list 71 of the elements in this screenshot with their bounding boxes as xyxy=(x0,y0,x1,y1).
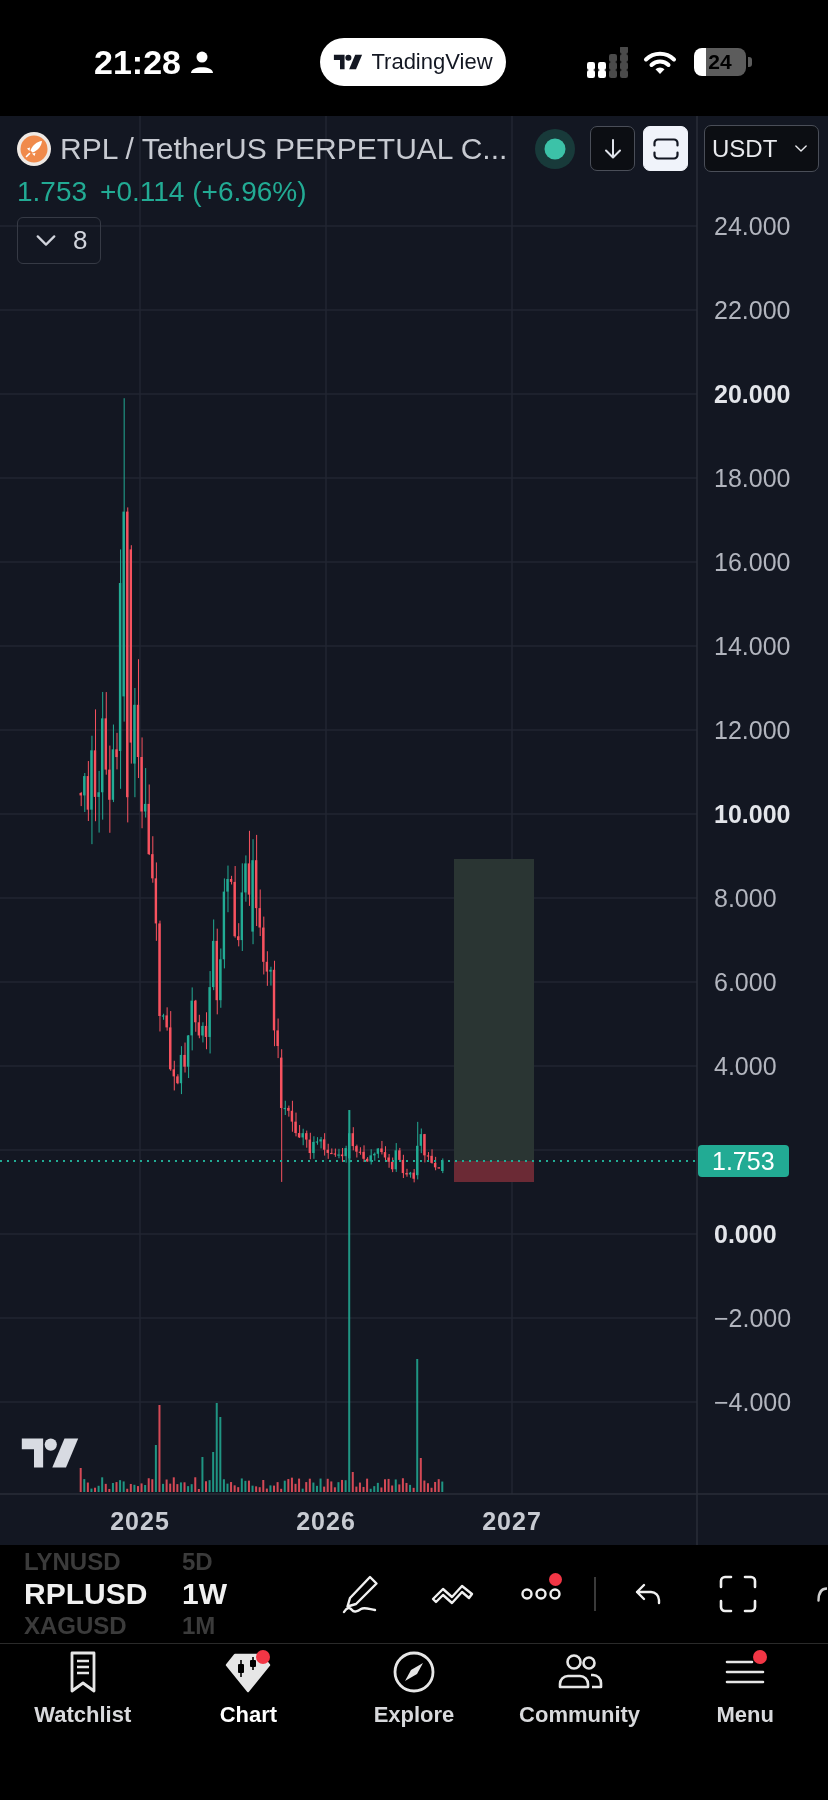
price-label: 12.000 xyxy=(714,715,791,745)
price-label: 14.000 xyxy=(714,631,791,661)
chevron-icon xyxy=(795,145,807,152)
rising-candle xyxy=(301,1128,304,1146)
chevron-icon xyxy=(36,235,56,246)
wifi-icon xyxy=(643,49,677,75)
down-arrow-icon xyxy=(603,138,622,159)
price-change: +0.114 (+6.96%) xyxy=(100,176,307,208)
price-label: 24.000 xyxy=(714,211,791,241)
falling-candle xyxy=(412,1169,415,1183)
interval-option[interactable]: 1W xyxy=(182,1578,227,1610)
download-button[interactable] xyxy=(590,126,635,171)
falling-candle xyxy=(79,791,82,807)
year-label: 2025 xyxy=(109,1506,171,1536)
fullscreen-icon xyxy=(718,1575,757,1613)
rising-candle xyxy=(337,1148,340,1159)
year-label: 2026 xyxy=(295,1506,357,1536)
logo-icon[interactable] xyxy=(21,1437,79,1469)
nav-tab[interactable]: Explore xyxy=(373,1644,455,1728)
price-label: −2.000 xyxy=(714,1303,792,1333)
symbol-option[interactable]: RPLUSD xyxy=(24,1578,148,1610)
compass-icon xyxy=(391,1650,437,1694)
falling-candle xyxy=(115,732,118,770)
app-name: TradingView xyxy=(371,49,493,75)
price-label: 6.000 xyxy=(714,967,777,997)
battery-indicator: 24 xyxy=(694,48,752,76)
currency-dropdown[interactable]: USDT xyxy=(704,125,819,172)
price-label: 0.000 xyxy=(714,1219,777,1249)
falling-candle xyxy=(183,1042,186,1073)
price-label: 20.000 xyxy=(714,379,791,409)
nav-tab[interactable]: Menu xyxy=(716,1644,774,1728)
falling-candle xyxy=(340,1147,344,1162)
price-label: 18.000 xyxy=(714,463,791,493)
price-label: 4.000 xyxy=(714,1051,777,1081)
rising-candle xyxy=(161,1013,165,1020)
rising-candle xyxy=(201,1022,204,1043)
rising-candle xyxy=(269,966,272,986)
indicators-button[interactable]: 8 xyxy=(17,217,101,264)
price-label: 8.000 xyxy=(714,883,777,913)
frame-icon xyxy=(652,137,679,160)
price-label: 10.000 xyxy=(714,799,791,829)
rising-candle xyxy=(394,1143,397,1172)
falling-candle xyxy=(86,761,90,821)
logo-icon xyxy=(333,54,364,70)
price-label: 16.000 xyxy=(714,547,791,577)
undo-icon xyxy=(634,1583,661,1605)
symbol-title[interactable]: RPL / TetherUS PERPETUAL C... xyxy=(60,131,508,166)
zigzag-icon xyxy=(430,1582,474,1606)
nav-tab[interactable]: Community xyxy=(519,1644,641,1728)
rising-candle xyxy=(143,768,147,818)
signal-icon xyxy=(587,46,628,78)
last-price-tag: 1.753 xyxy=(698,1145,789,1177)
rising-candle xyxy=(441,1158,444,1174)
frame-button[interactable] xyxy=(643,126,688,171)
year-label: 2027 xyxy=(481,1506,543,1536)
pen-icon xyxy=(342,1574,380,1614)
rising-candle xyxy=(83,773,86,812)
person-icon xyxy=(190,51,213,73)
nav-tab[interactable]: Chart xyxy=(219,1644,278,1728)
price-label: 22.000 xyxy=(714,295,791,325)
falling-candle xyxy=(204,1012,208,1050)
rising-candle xyxy=(179,1046,183,1095)
status-time: 21:28 xyxy=(94,42,181,82)
rocket-icon xyxy=(17,131,51,166)
rising-candle xyxy=(408,1171,412,1178)
nav-tab[interactable]: Watchlist xyxy=(34,1644,132,1728)
app-pill[interactable]: TradingView xyxy=(320,38,506,86)
price-label: −4.000 xyxy=(714,1387,792,1417)
rising-candle xyxy=(283,1100,286,1115)
last-price: 1.753 xyxy=(17,176,88,208)
more-icon xyxy=(521,1588,561,1600)
